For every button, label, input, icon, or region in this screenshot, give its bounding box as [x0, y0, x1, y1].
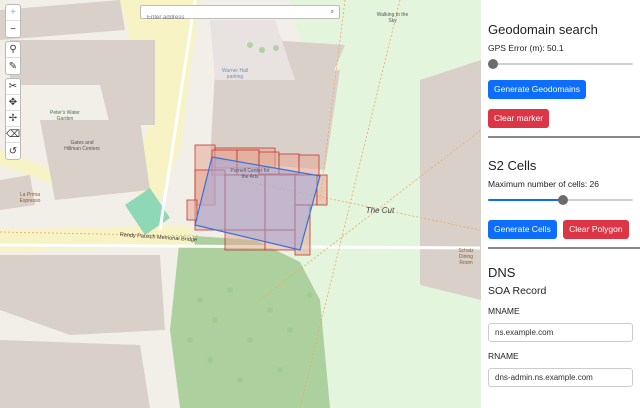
marker-icon[interactable]: ⚲ [6, 42, 20, 58]
slider-track [488, 63, 633, 65]
slider-fill [488, 199, 564, 201]
map-label-rose: Peter's Water Garden [50, 110, 80, 122]
map-base [0, 0, 481, 408]
gps-error-slider[interactable] [488, 59, 633, 69]
map-label-walking-sky: Walking to the Sky [376, 12, 409, 24]
geodomain-title: Geodomain search [488, 22, 598, 37]
undo-icon[interactable]: ↺ [6, 143, 20, 159]
map-label-gates: Gates and Hillman Centers [64, 140, 100, 152]
map-label-laprima: La Prima Espresso [19, 192, 41, 204]
clear-polygon-button[interactable]: Clear Polygon [563, 220, 629, 239]
draw-toolbar: ⚲ ✎ [5, 41, 21, 75]
mname-label: MNAME [488, 306, 520, 316]
zoom-out-icon[interactable]: − [6, 21, 20, 37]
divider [488, 136, 640, 138]
soa-record-title: SOA Record [488, 285, 547, 297]
address-search-input[interactable] [141, 12, 339, 24]
polyline-icon[interactable]: ✎ [6, 58, 20, 74]
generate-geodomains-button[interactable]: Generate Geodomains [488, 80, 586, 99]
map-label-schatz: Schatz Dining Room [458, 248, 474, 266]
search-icon[interactable]: ⌕ [331, 9, 334, 16]
dns-title: DNS [488, 265, 516, 280]
max-cells-label: Maximum number of cells: 26 [488, 179, 600, 189]
map-label-the-cut: The Cut [365, 206, 395, 215]
side-panel: Geodomain search GPS Error (m): 50.1 Gen… [481, 0, 640, 408]
map-label-warner: Warner Hall parking [221, 68, 249, 80]
slider-thumb[interactable] [558, 195, 569, 205]
eraser-icon[interactable]: ⌫ [6, 127, 20, 143]
zoom-control: + − [5, 4, 21, 38]
move-icon[interactable]: ✥ [6, 95, 20, 111]
cut-icon[interactable]: ✂ [6, 79, 20, 95]
address-search[interactable]: ⌕ [140, 5, 340, 24]
zoom-in-icon[interactable]: + [6, 5, 20, 21]
mname-field[interactable] [488, 323, 633, 342]
rotate-icon[interactable]: ✢ [6, 111, 20, 127]
gps-error-label: GPS Error (m): 50.1 [488, 43, 564, 53]
map-label-purnell: Purnell Center for the Arts [230, 168, 270, 180]
edit-toolbar: ✂ ✥ ✢ ⌫ ↺ [5, 78, 21, 160]
clear-marker-button[interactable]: Clear marker [488, 109, 550, 128]
slider-thumb[interactable] [488, 59, 498, 69]
s2-cells-title: S2 Cells [488, 158, 537, 173]
max-cells-slider[interactable] [488, 195, 633, 205]
rname-field[interactable] [488, 368, 633, 387]
rname-label: RNAME [488, 351, 519, 361]
map-view[interactable]: Walking to the Sky Warner Hall parking P… [0, 0, 481, 408]
divider [488, 247, 640, 249]
generate-cells-button[interactable]: Generate Cells [488, 220, 557, 239]
